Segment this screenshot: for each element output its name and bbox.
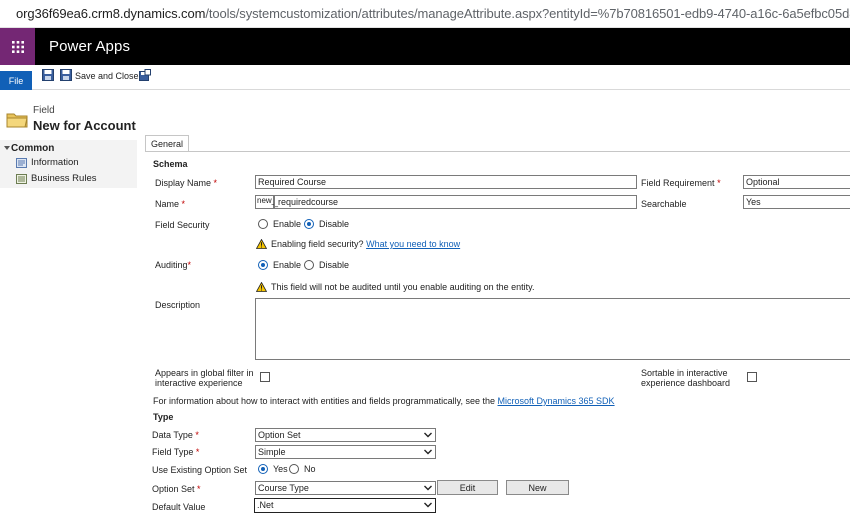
chevron-down-icon [424,502,432,508]
auditing-enable-radio[interactable]: Enable [258,260,301,270]
radio-off[interactable] [258,219,268,229]
edit-option-set-button[interactable]: Edit [437,480,498,495]
warning-icon [256,282,267,292]
required-asterisk: * [195,430,199,440]
app-name: Power Apps [49,38,131,55]
warning-icon [256,239,267,249]
save-icon[interactable] [42,69,54,81]
default-value-select[interactable]: .Net [254,498,436,513]
radio-off[interactable] [304,260,314,270]
sortable-checkbox[interactable] [747,372,757,382]
sdk-info-text: For information about how to interact wi… [153,396,615,406]
option-set-label: Option Set * [152,484,201,494]
name-prefix: new_ [255,195,276,209]
app-launcher-button[interactable] [0,28,35,65]
sortable-label: Sortable in interactive experience dashb… [641,368,731,388]
folder-icon [6,113,28,128]
nav-item-information[interactable]: Information [16,157,79,168]
required-asterisk: * [187,260,192,270]
new-option-set-button[interactable]: New [506,480,569,495]
name-input[interactable]: _requiredcourse [274,195,637,209]
schema-heading: Schema [153,159,188,169]
field-requirement-label: Field Requirement * [641,178,721,188]
save-and-new-icon[interactable] [139,69,151,81]
save-and-close-icon[interactable] [60,69,72,81]
auditing-warning: This field will not be audited until you… [256,282,535,292]
auditing-disable-radio[interactable]: Disable [304,260,349,270]
dynamics-sdk-link[interactable]: Microsoft Dynamics 365 SDK [498,396,615,406]
description-label: Description [155,300,201,310]
display-name-input[interactable]: Required Course [255,175,637,189]
radio-off[interactable] [289,464,299,474]
nav-item-label: Information [31,157,79,168]
field-security-enable-radio[interactable]: Enable [258,219,301,229]
field-requirement-select[interactable]: Optional [743,175,850,189]
breadcrumb: Field [33,105,55,116]
save-and-close-button[interactable]: Save and Close [75,71,139,81]
use-existing-option-set-label: Use Existing Option Set [152,465,248,475]
data-type-label: Data Type * [152,430,199,440]
field-security-disable-radio[interactable]: Disable [304,219,349,229]
existing-no-radio[interactable]: No [289,464,316,474]
display-name-label: Display Name * [155,178,218,188]
data-type-select[interactable]: Option Set [255,428,436,442]
left-navigation: Common Information Business Rules [0,140,137,188]
app-header: Power Apps [0,28,850,65]
command-ribbon: File Save and Close [0,65,850,90]
global-filter-label: Appears in global filter in interactive … [155,368,254,388]
file-button[interactable]: File [0,71,32,90]
name-label: Name * [155,199,186,209]
existing-yes-radio[interactable]: Yes [258,464,288,474]
nav-item-business-rules[interactable]: Business Rules [16,173,96,184]
nav-group-common[interactable]: Common [11,143,54,154]
field-security-label: Field Security [155,220,210,230]
radio-on[interactable] [304,219,314,229]
field-type-label: Field Type * [152,447,200,457]
description-textarea[interactable] [255,298,850,360]
chevron-down-icon [424,449,432,455]
security-warning: Enabling field security? What you need t… [256,239,460,249]
chevron-down-icon [424,432,432,438]
field-type-select[interactable]: Simple [255,445,436,459]
page-title: New for Account [33,118,136,133]
what-you-need-to-know-link[interactable]: What you need to know [366,239,460,249]
url-text[interactable]: org36f69ea6.crm8.dynamics.com/tools/syst… [16,6,850,21]
nav-item-label: Business Rules [31,173,97,184]
browser-address-bar[interactable]: org36f69ea6.crm8.dynamics.com/tools/syst… [0,0,850,28]
option-set-select[interactable]: Course Type [255,481,436,495]
type-heading: Type [153,412,174,422]
radio-on[interactable] [258,260,268,270]
required-asterisk: * [197,484,201,494]
chevron-down-icon [424,485,432,491]
default-value-label: Default Value [152,502,206,512]
required-asterisk: * [181,199,186,209]
required-asterisk: * [213,178,218,188]
global-filter-checkbox[interactable] [260,372,270,382]
required-asterisk: * [195,447,200,457]
radio-on[interactable] [258,464,268,474]
required-asterisk: * [717,178,721,188]
collapse-arrow-icon[interactable] [4,146,10,150]
tab-divider [145,151,850,152]
tab-general[interactable]: General [145,135,189,152]
searchable-select[interactable]: Yes [743,195,850,209]
searchable-label: Searchable [641,199,687,209]
info-page-icon [16,157,27,168]
business-rules-icon [16,173,27,184]
auditing-label: Auditing* [155,260,192,270]
waffle-icon [11,40,24,53]
